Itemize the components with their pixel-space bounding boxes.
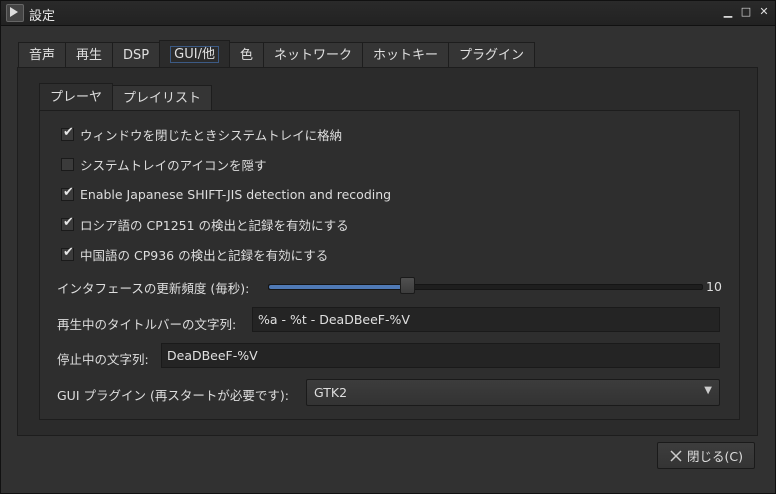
checkmark-icon: ✔ [63,244,74,260]
close-button[interactable]: 閉じる(C) [657,442,755,469]
refresh-rate-slider[interactable] [268,284,703,290]
refresh-rate-label: インタフェースの更新頻度 (毎秒): [57,281,250,296]
tab-dsp[interactable]: DSP [112,42,161,67]
close-icon [670,449,682,462]
close-window-button[interactable]: ✕ [757,4,771,20]
chevron-down-icon: ▼ [704,385,712,396]
checkbox-minimize-to-tray[interactable]: ✔ ウィンドウを閉じたときシステムトレイに格納 [61,125,342,143]
checkmark-icon: ✔ [63,184,74,200]
playing-title-input[interactable] [252,307,720,332]
main-tabs: 音声 再生 DSP GUI/他 色 ネットワーク ホットキー プラグイン [18,40,536,68]
tab-gui-misc[interactable]: GUI/他 [159,40,230,67]
title-bar: 設定 ▁ □ ✕ [1,1,775,26]
tab-hotkeys[interactable]: ホットキー [361,42,449,67]
checkbox-box[interactable]: ✔ [61,124,74,141]
slider-handle[interactable] [399,277,415,294]
checkbox-cp1251[interactable]: ✔ ロシア語の CP1251 の検出と記録を有効にする [61,215,349,233]
checkbox-label: ロシア語の CP1251 の検出と記録を有効にする [80,217,349,233]
tab-colors[interactable]: 色 [228,42,264,67]
playing-title-label: 再生中のタイトルバーの文字列: [57,317,237,332]
checkmark-icon: ✔ [63,124,74,140]
maximize-button[interactable]: □ [739,4,753,20]
gui-plugin-label: GUI プラグイン (再スタートが必要です): [57,388,289,403]
close-button-label: 閉じる(C) [687,449,743,464]
tab-plugins[interactable]: プラグイン [448,42,536,67]
settings-window: 設定 ▁ □ ✕ 音声 再生 DSP GUI/他 色 ネットワーク ホットキー … [0,0,776,494]
refresh-rate-value: 10 [706,279,722,294]
stopped-title-label: 停止中の文字列: [57,352,149,367]
checkbox-box[interactable]: ✔ [61,214,74,231]
checkbox-label: Enable Japanese SHIFT-JIS detection and … [80,186,392,202]
checkbox-label: 中国語の CP936 の検出と記録を有効にする [80,247,329,263]
checkbox-label: ウィンドウを閉じたときシステムトレイに格納 [80,127,343,143]
stopped-title-input[interactable] [161,343,720,368]
slider-fill [269,285,408,289]
window-title: 設定 [29,9,56,24]
checkbox-box[interactable] [61,157,74,171]
tab-playback[interactable]: 再生 [65,42,114,67]
checkbox-box[interactable]: ✔ [61,244,74,261]
sub-tabs: プレーヤ プレイリスト [39,83,213,110]
checkbox-hide-tray-icon[interactable]: システムトレイのアイコンを隠す [61,155,267,173]
checkbox-label: システムトレイのアイコンを隠す [80,157,267,173]
subtab-player[interactable]: プレーヤ [39,83,114,110]
checkbox-cp936[interactable]: ✔ 中国語の CP936 の検出と記録を有効にする [61,245,328,263]
tab-audio[interactable]: 音声 [18,42,67,67]
minimize-button[interactable]: ▁ [721,4,735,20]
tab-network[interactable]: ネットワーク [262,42,363,67]
checkmark-icon: ✔ [63,214,74,230]
gui-plugin-select[interactable]: GTK2 ▼ [306,379,720,406]
checkbox-shift-jis[interactable]: ✔ Enable Japanese SHIFT-JIS detection an… [61,185,391,203]
subtab-playlist[interactable]: プレイリスト [112,85,213,110]
app-icon [6,4,24,22]
gui-plugin-value: GTK2 [314,385,348,400]
checkbox-box[interactable]: ✔ [61,184,74,201]
